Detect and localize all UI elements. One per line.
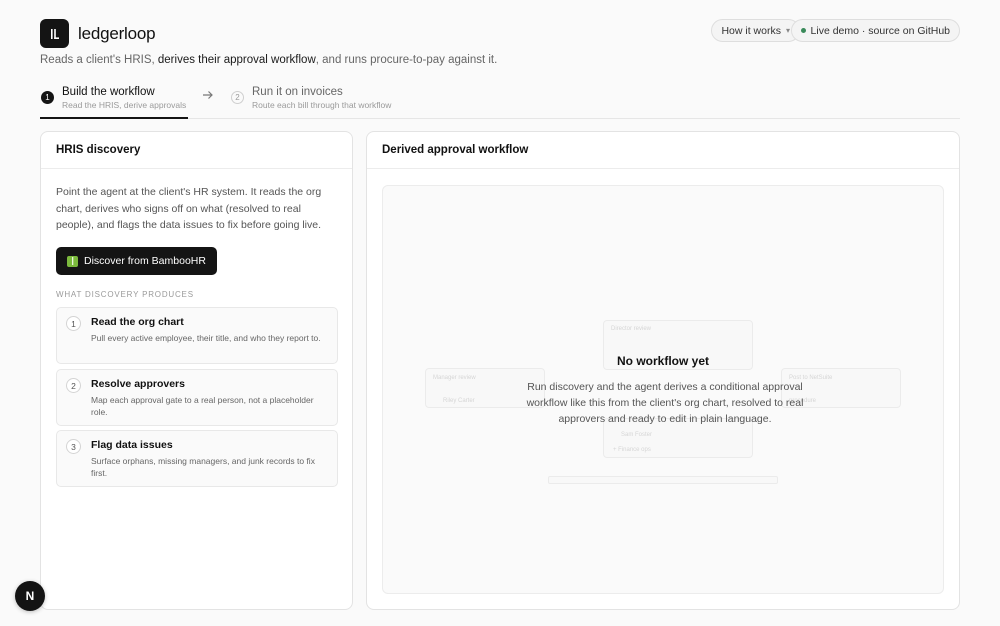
ghost-label: Manager review	[433, 375, 476, 381]
step-subtitle: Read the HRIS, derive approvals	[62, 100, 187, 110]
button-label: Discover from BambooHR	[84, 255, 206, 267]
card-number: 1	[66, 316, 81, 331]
dev-tools-badge[interactable]: N	[15, 581, 45, 611]
how-it-works-button[interactable]: How it works ▾	[711, 19, 800, 42]
ghost-label: Riley Carter	[443, 398, 475, 404]
step-subtitle: Route each bill through that workflow	[252, 100, 392, 110]
discover-bamboohr-button[interactable]: Discover from BambooHR	[56, 247, 217, 275]
bamboohr-icon	[67, 255, 78, 267]
ledger-bars-icon	[50, 28, 59, 39]
logo[interactable]	[40, 19, 69, 48]
how-it-works-label: How it works	[721, 24, 781, 37]
panel-title: HRIS discovery	[41, 132, 352, 169]
tab-build-workflow[interactable]: 1 Build the workflow Read the HRIS, deri…	[40, 86, 188, 119]
brand-name: ledgerloop	[78, 24, 156, 43]
card-title: Flag data issues	[91, 439, 173, 451]
step-number: 2	[231, 91, 244, 104]
step-number: 1	[41, 91, 54, 104]
step-tabs: 1 Build the workflow Read the HRIS, deri…	[40, 86, 960, 119]
empty-state-body: Run discovery and the agent derives a co…	[526, 381, 804, 425]
card-body: Surface orphans, missing managers, and j…	[91, 456, 315, 478]
list-item: 3 Flag data issues Surface orphans, miss…	[56, 430, 338, 487]
tagline-text: Reads a client's HRIS,	[40, 54, 158, 66]
ghost-node	[548, 476, 778, 484]
card-title: Read the org chart	[91, 316, 184, 328]
tagline: Reads a client's HRIS, derives their app…	[40, 54, 497, 66]
section-label: What discovery produces	[56, 290, 194, 299]
list-item: 2 Resolve approvers Map each approval ga…	[56, 369, 338, 426]
empty-state-title: No workflow yet	[616, 354, 709, 368]
hris-discovery-panel: HRIS discovery Point the agent at the cl…	[40, 131, 353, 610]
card-number: 2	[66, 378, 81, 393]
live-demo-label: Live demo · source on GitHub	[810, 24, 950, 37]
status-dot-icon	[800, 28, 806, 33]
arrow-right-icon	[202, 89, 214, 104]
tagline-emphasis: derives their approval workflow	[157, 54, 316, 66]
card-body: Map each approval gate to a real person,…	[91, 395, 314, 417]
ghost-label: Sam Foster	[621, 432, 653, 438]
card-body: Pull every active employee, their title,…	[91, 333, 321, 343]
step-title: Build the workflow	[62, 86, 155, 98]
ghost-label: + Finance ops	[613, 447, 651, 453]
live-demo-link[interactable]: Live demo · source on GitHub	[790, 19, 960, 42]
card-title: Resolve approvers	[91, 378, 185, 390]
panel-description: Point the agent at the client's HR syste…	[56, 186, 322, 231]
ghost-label: Director review	[611, 326, 652, 332]
tagline-text-end: , and runs procure-to-pay against it.	[315, 54, 498, 66]
step-title: Run it on invoices	[252, 86, 343, 98]
workflow-canvas: Director review Manager review Riley Car…	[382, 185, 944, 594]
card-number: 3	[66, 439, 81, 454]
chevron-down-icon: ▾	[785, 26, 790, 35]
tab-run-invoices[interactable]: 2 Run it on invoices Route each bill thr…	[230, 86, 420, 118]
app-header: ledgerloop How it works ▾ Live demo · so…	[40, 18, 960, 50]
derived-workflow-panel: Derived approval workflow Director revie…	[366, 131, 960, 610]
panel-title: Derived approval workflow	[367, 132, 959, 169]
list-item: 1 Read the org chart Pull every active e…	[56, 307, 338, 364]
